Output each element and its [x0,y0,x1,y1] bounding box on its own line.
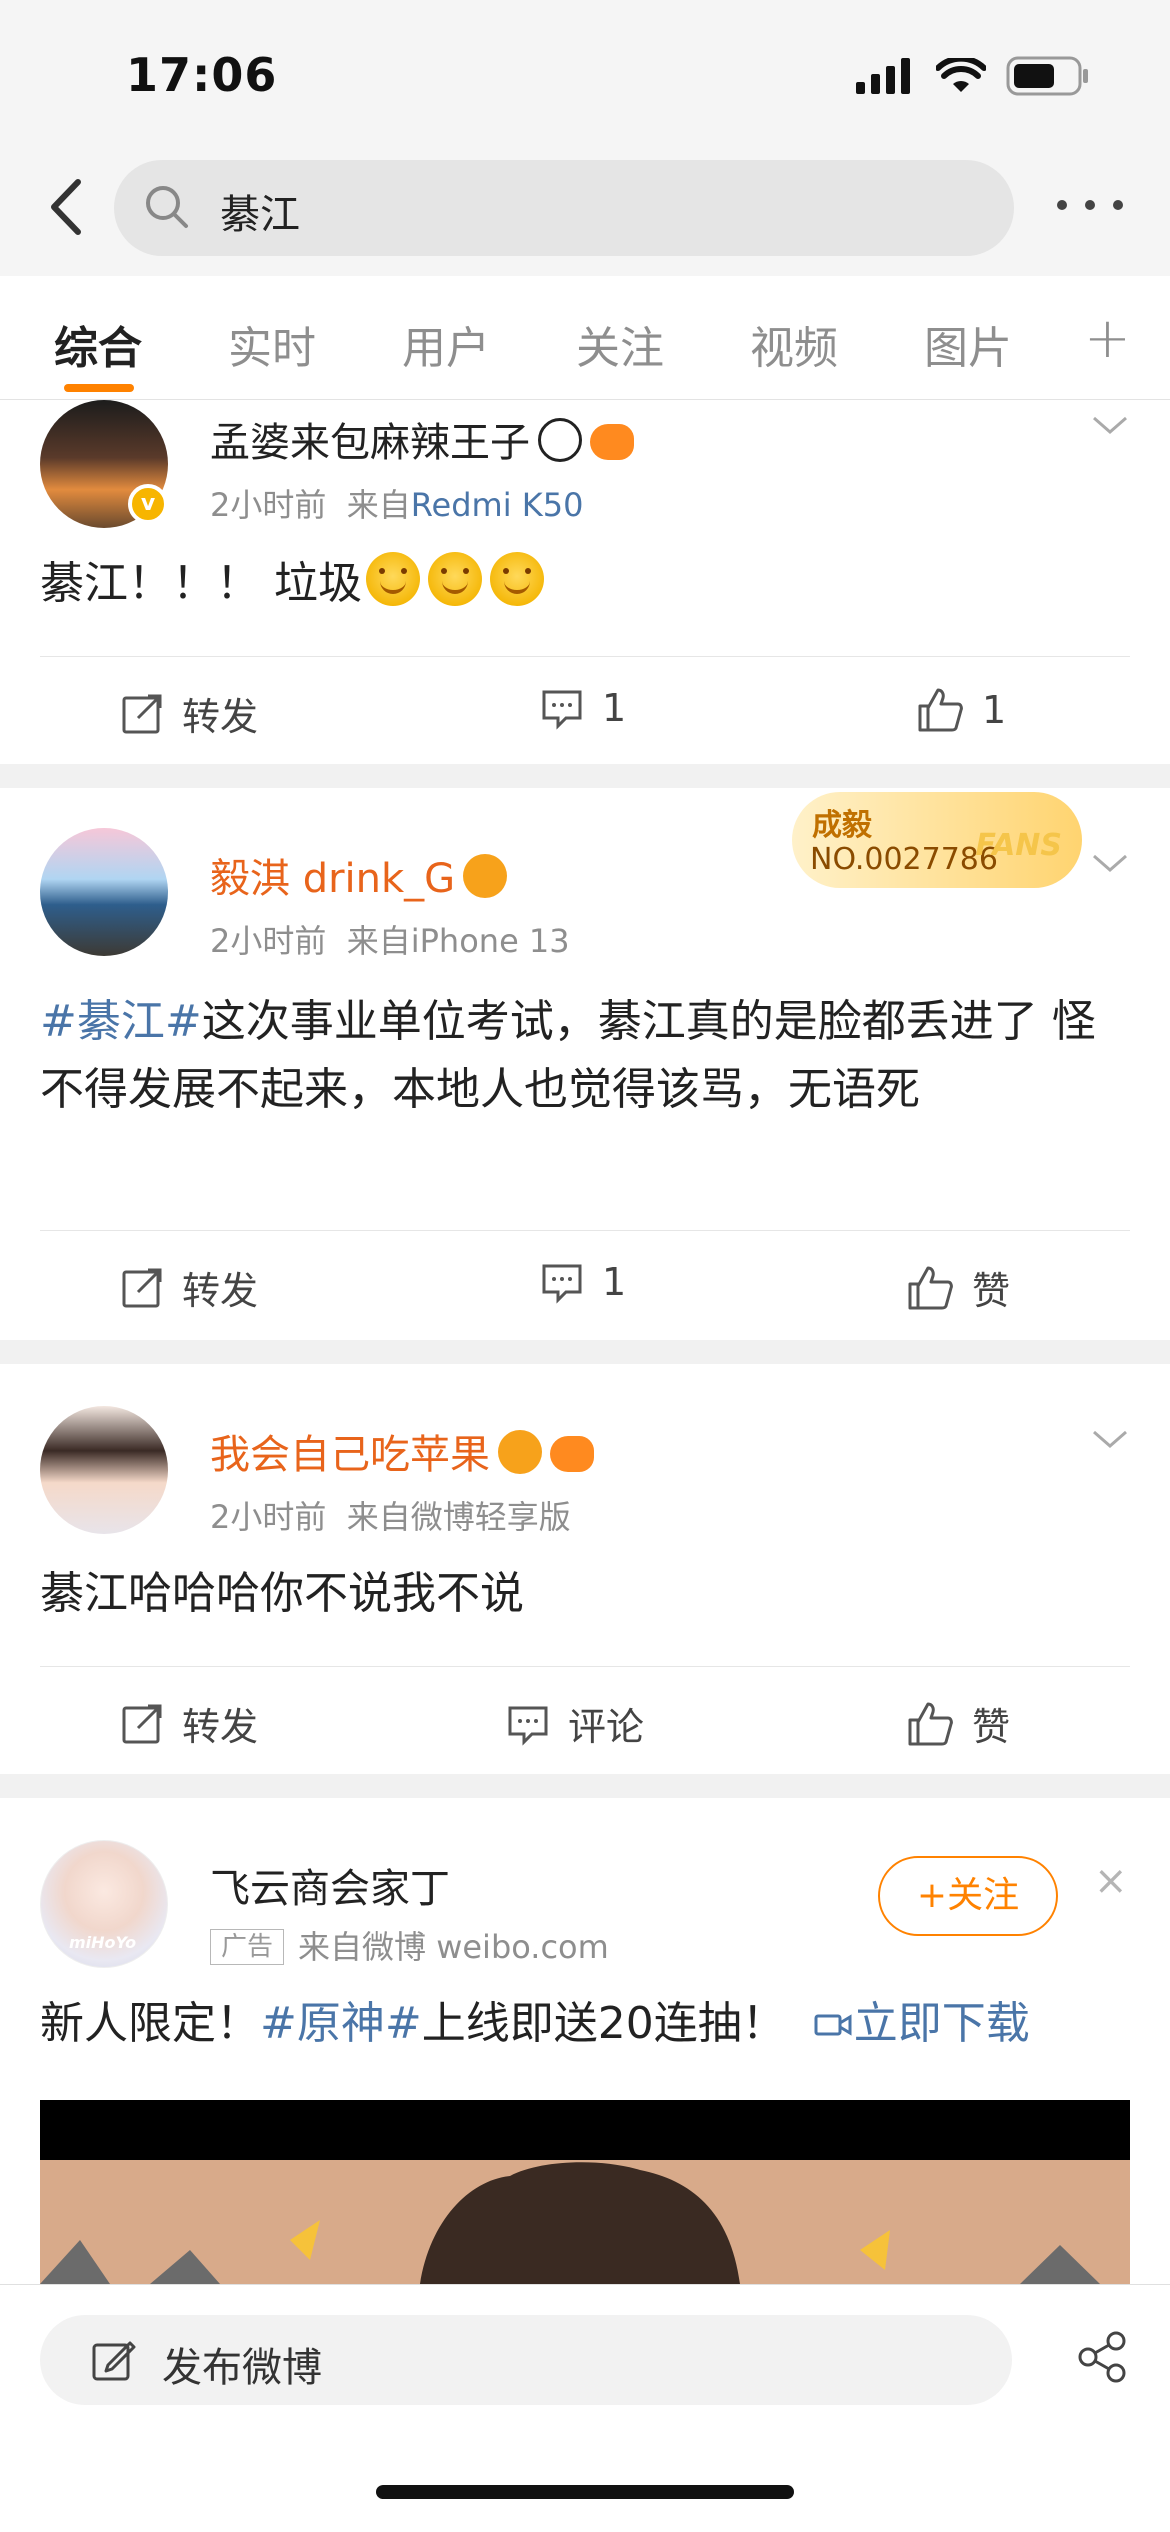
tab-realtime[interactable]: 实时 [228,312,316,376]
home-indicator[interactable] [376,2485,794,2499]
divider [40,1666,1130,1667]
repost-button[interactable]: 转发 [120,1696,258,1751]
search-input[interactable]: 綦江 [114,160,1014,256]
divider [40,1230,1130,1231]
edit-icon [92,2341,136,2381]
ad-image[interactable] [40,2100,1130,2284]
ad-label: 广告 [210,1929,285,1965]
divider [40,656,1130,657]
post-meta: 2小时前 来自微博轻享版 [210,1498,571,1536]
username[interactable]: 毅淇 drink_G [210,846,508,904]
download-link[interactable]: 立即下载 [814,1998,1030,2049]
close-icon[interactable]: × [1094,1858,1128,1904]
avatar[interactable] [40,1406,168,1534]
post-content: 新人限定！#原神#上线即送20连抽！ 立即下载 [40,1998,1030,2049]
repost-icon [122,694,162,733]
comment-button[interactable]: 1 [540,1260,626,1304]
active-tab-indicator [64,384,134,392]
compose-button[interactable]: 发布微博 [40,2315,1012,2405]
post-meta: 广告 来自微博 weibo.com [210,1922,609,1968]
cellular-signal-icon [856,58,910,94]
post-content: 綦江哈哈哈你不说我不说 [40,1568,524,1619]
status-bar: 17:06 [0,0,1170,150]
fish-badge-icon [550,1436,594,1472]
crown-badge-icon [498,1430,542,1474]
smile-emoji-icon [490,552,544,606]
battery-icon [1006,56,1088,96]
tab-users[interactable]: 用户 [402,312,490,376]
share-icon[interactable] [1074,2329,1130,2385]
feed-post[interactable]: 我会自己吃苹果 2小时前 来自微博轻享版 綦江哈哈哈你不说我不说 转发 评论 赞 [0,1364,1170,1774]
hashtag-link[interactable]: #原神# [260,1998,422,2049]
post-separator [0,764,1170,788]
tab-video[interactable]: 视频 [750,312,838,376]
post-content: #綦江#这次事业单位考试，綦江真的是脸都丢进了 怪不得发展不起来，本地人也觉得该… [40,996,1096,1115]
comment-icon [542,1264,582,1304]
smile-emoji-icon [366,552,420,606]
repost-button[interactable]: 转发 [120,686,258,741]
status-icons [856,56,1090,96]
chevron-down-icon[interactable] [1090,852,1130,876]
chevron-down-icon[interactable] [1090,1428,1130,1452]
tab-images[interactable]: 图片 [924,312,1012,376]
search-query: 綦江 [220,192,300,238]
search-icon [146,186,188,228]
username[interactable]: 孟婆来包麻辣王子 [210,410,634,468]
follow-button[interactable]: +关注 [878,1856,1058,1936]
thumbs-up-icon [918,688,963,732]
avatar[interactable]: miHoYo [40,1840,168,1968]
comment-button[interactable]: 评论 [506,1696,644,1751]
smile-emoji-icon [428,552,482,606]
avatar[interactable] [40,828,168,956]
thumbs-up-icon [908,1266,953,1309]
tab-add-icon[interactable]: + [1084,306,1131,371]
search-header: 綦江 [0,150,1170,276]
feed-post[interactable]: v 孟婆来包麻辣王子 2小时前 来自Redmi K50 綦江！！！ 垃圾 转发 … [0,400,1170,764]
fans-badge[interactable]: 成毅 NO.0027786 FANS [792,792,1082,888]
comment-icon [542,690,582,730]
status-time: 17:06 [126,48,278,102]
panda-badge-icon [538,418,582,462]
wifi-icon [936,58,986,92]
like-button[interactable]: 赞 [906,1260,1010,1315]
post-meta: 2小时前 来自iPhone 13 [210,922,570,960]
chevron-down-icon[interactable] [1090,414,1130,438]
compose-label: 发布微博 [162,2345,322,2391]
comment-icon [508,1706,548,1746]
repost-button[interactable]: 转发 [120,1260,258,1315]
repost-icon [122,1704,162,1743]
like-button[interactable]: 1 [916,686,1006,734]
tab-following[interactable]: 关注 [576,312,664,376]
fish-badge-icon [590,424,634,460]
bottom-bar: 发布微博 [0,2284,1170,2532]
like-button[interactable]: 赞 [906,1696,1010,1751]
back-arrow-icon[interactable] [34,172,104,242]
tab-comprehensive[interactable]: 综合 [54,312,142,376]
post-separator [0,1774,1170,1798]
post-separator [0,1340,1170,1364]
more-options-icon[interactable] [1050,190,1130,220]
crown-badge-icon [463,854,508,898]
post-content: 綦江！！！ 垃圾 [40,550,1130,618]
comment-button[interactable]: 1 [540,686,626,730]
verified-badge: v [128,484,168,524]
username[interactable]: 我会自己吃苹果 [210,1422,594,1480]
thumbs-up-icon [908,1702,953,1745]
search-tabs: 综合 实时 用户 关注 视频 图片 + [0,276,1170,400]
post-meta: 2小时前 来自Redmi K50 [210,486,584,524]
hashtag-link[interactable]: #綦江# [40,996,202,1047]
video-icon [814,2014,852,2036]
username[interactable]: 飞云商会家丁 [210,1856,450,1914]
repost-icon [122,1268,162,1307]
